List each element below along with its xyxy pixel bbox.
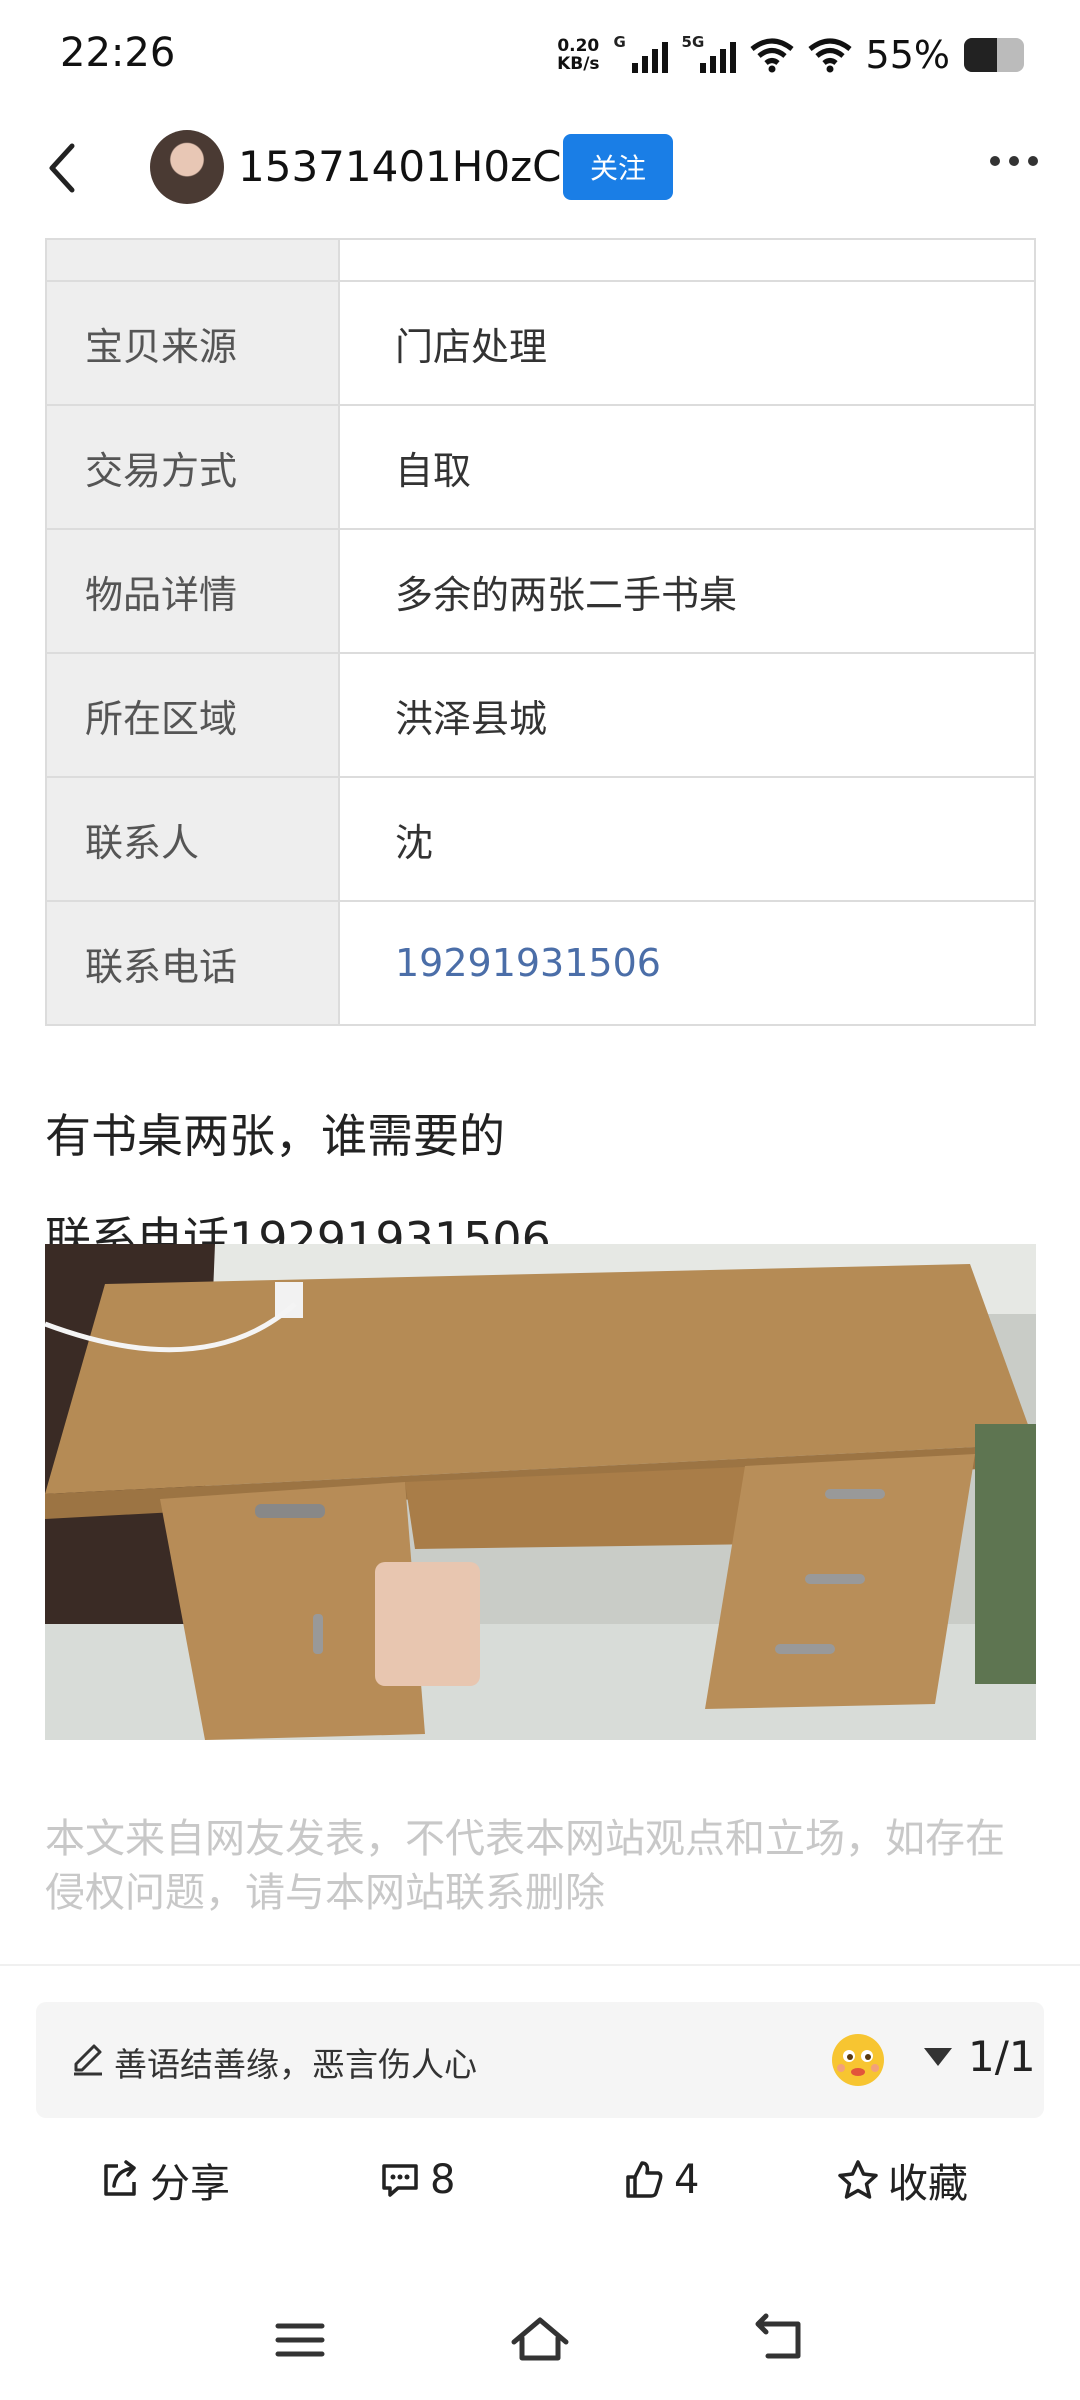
like-button[interactable]: 4: [622, 2140, 699, 2220]
more-options-icon[interactable]: [990, 156, 1038, 166]
comment-page-indicator[interactable]: 1/1: [924, 2032, 1036, 2081]
avatar[interactable]: [150, 130, 224, 204]
system-nav-bar: [0, 2300, 1080, 2380]
info-key: 物品详情: [45, 528, 340, 654]
battery-icon: [964, 38, 1024, 72]
desk-photo[interactable]: [45, 1244, 1036, 1740]
like-count: 4: [674, 2157, 700, 2203]
signal-type-label: 5G: [681, 33, 705, 51]
post-header: 15371401H0zC 关注: [0, 118, 1080, 218]
menu-icon[interactable]: [270, 2312, 330, 2368]
follow-button[interactable]: 关注: [563, 134, 673, 200]
pencil-icon: [74, 2044, 102, 2076]
share-label: 分享: [150, 2161, 230, 2207]
status-icons: 0.20 KB/s G 5G 55%: [557, 30, 1024, 80]
info-key: 联系电话: [45, 900, 340, 1026]
emoji-icon[interactable]: [826, 2026, 890, 2090]
info-value: 自取: [338, 404, 1036, 530]
favorite-label: 收藏: [888, 2161, 968, 2207]
info-key: 交易方式: [45, 404, 340, 530]
back-icon[interactable]: [750, 2312, 810, 2368]
table-row: [45, 238, 1036, 282]
disclaimer-text: 本文来自网友发表，不代表本网站观点和立场，如存在侵权问题，请与本网站联系删除: [45, 1816, 1005, 1916]
signal-icon: G: [614, 33, 668, 73]
info-value: 门店处理: [338, 280, 1036, 406]
favorite-button[interactable]: 收藏: [836, 2140, 968, 2220]
comment-placeholder[interactable]: 善语结善缘，恶言伤人心: [114, 2038, 477, 2086]
desk-image: [45, 1244, 1036, 1740]
dropdown-triangle-icon: [924, 2047, 952, 2066]
signal-type-label: G: [613, 33, 626, 51]
battery-percent: 55%: [865, 33, 950, 77]
comment-input-bar[interactable]: 善语结善缘，恶言伤人心 1/1: [36, 2002, 1044, 2118]
username[interactable]: 15371401H0zC: [238, 142, 561, 191]
share-button[interactable]: 分享: [98, 2140, 230, 2220]
table-row: 联系人 沈: [45, 776, 1036, 902]
table-row: 所在区域 洪泽县城: [45, 652, 1036, 778]
network-speed-value: 0.20: [557, 36, 600, 56]
comment-icon: [382, 2164, 418, 2197]
info-key: 宝贝来源: [45, 280, 340, 406]
wifi-icon: [749, 38, 794, 73]
comments-button[interactable]: 8: [378, 2140, 455, 2220]
info-key: 所在区域: [45, 652, 340, 778]
status-bar: 22:26 0.20 KB/s G 5G 55%: [0, 0, 1080, 115]
thumbs-up-icon: [626, 2161, 663, 2198]
info-key: 联系人: [45, 776, 340, 902]
status-time: 22:26: [60, 30, 176, 76]
share-icon: [104, 2160, 136, 2196]
table-row: 宝贝来源 门店处理: [45, 280, 1036, 406]
table-row: 交易方式 自取: [45, 404, 1036, 530]
star-icon: [838, 2160, 878, 2199]
post-text-line: 有书桌两张，谁需要的: [45, 1109, 505, 1163]
info-value: 洪泽县城: [338, 652, 1036, 778]
item-info-table: 宝贝来源 门店处理 交易方式 自取 物品详情 多余的两张二手书桌 所在区域 洪泽…: [45, 238, 1036, 1026]
info-value: 沈: [338, 776, 1036, 902]
action-bar: 分享 8 4 收藏: [0, 2140, 1080, 2220]
network-speed-unit: KB/s: [557, 54, 600, 74]
table-row: 联系电话 19291931506: [45, 900, 1036, 1026]
signal-5g-icon: 5G: [682, 33, 736, 73]
phone-link[interactable]: 19291931506: [338, 900, 1036, 1026]
comment-count: 8: [430, 2157, 456, 2203]
info-value: 多余的两张二手书桌: [338, 528, 1036, 654]
wifi-icon-secondary: [807, 38, 852, 73]
table-row: 物品详情 多余的两张二手书桌: [45, 528, 1036, 654]
divider: [0, 1964, 1080, 1966]
page-number: 1/1: [968, 2032, 1036, 2081]
home-icon[interactable]: [510, 2312, 570, 2368]
network-speed: 0.20 KB/s: [557, 37, 599, 73]
back-arrow-icon[interactable]: [42, 140, 82, 196]
